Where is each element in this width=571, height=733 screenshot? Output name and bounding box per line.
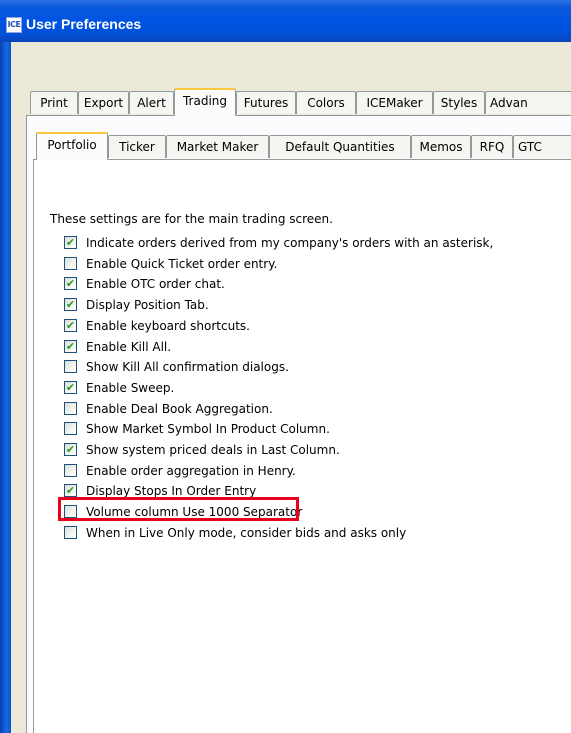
option-label: When in Live Only mode, consider bids an…	[86, 525, 407, 540]
option-label: Show Kill All confirmation dialogs.	[86, 360, 289, 375]
option-checkbox[interactable]: ✔	[64, 277, 77, 291]
tab-colors[interactable]: Colors	[296, 91, 356, 114]
option-checkbox[interactable]: ✔	[64, 380, 77, 394]
option-label: Show system priced deals in Last Column.	[86, 443, 340, 457]
tab-trading[interactable]: Trading	[174, 88, 236, 116]
window-left-border	[0, 42, 11, 733]
tab-portfolio[interactable]: Portfolio	[36, 132, 108, 160]
user-preferences-window: ICE User Preferences Print Export Alert …	[0, 0, 571, 733]
tab-futures[interactable]: Futures	[236, 91, 296, 114]
option-checkbox[interactable]: ✔	[64, 443, 77, 456]
tab-market-maker[interactable]: Market Maker	[166, 135, 269, 158]
option-checkbox[interactable]	[64, 360, 77, 374]
option-label: Enable Kill All.	[86, 339, 172, 354]
option-checkbox[interactable]: ✔	[64, 236, 77, 249]
option-checkbox[interactable]	[64, 505, 77, 519]
tab-icemaker[interactable]: ICEMaker	[356, 91, 433, 114]
option-checkbox[interactable]	[64, 525, 77, 539]
tab-print[interactable]: Print	[30, 91, 78, 114]
option-checkbox[interactable]: ✔	[64, 339, 77, 353]
settings-intro-text: These settings are for the main trading …	[50, 212, 333, 226]
option-label: Indicate orders derived from my company'…	[86, 236, 494, 250]
tab-alert[interactable]: Alert	[129, 91, 174, 114]
title-bar[interactable]: ICE User Preferences	[0, 0, 571, 42]
tab-rfq[interactable]: RFQ	[471, 135, 513, 158]
option-label: Display Position Tab.	[86, 298, 209, 313]
option-checkbox[interactable]	[64, 256, 77, 270]
tab-styles[interactable]: Styles	[433, 91, 485, 114]
option-label: Volume column Use 1000 Separator	[86, 505, 303, 520]
option-label: Enable Deal Book Aggregation.	[86, 401, 273, 416]
option-label: Enable OTC order chat.	[86, 277, 225, 292]
tab-ticker[interactable]: Ticker	[108, 135, 166, 158]
option-label: Enable Sweep.	[86, 380, 175, 395]
tab-export[interactable]: Export	[78, 91, 129, 114]
option-label: Enable keyboard shortcuts.	[86, 318, 250, 333]
option-checkbox[interactable]: ✔	[64, 318, 77, 332]
option-checkbox[interactable]: ✔	[64, 484, 77, 498]
option-checkbox[interactable]: ✔	[64, 298, 77, 312]
window-title: User Preferences	[26, 16, 142, 32]
tab-gtc[interactable]: GTC	[513, 135, 571, 158]
tab-default-quantities[interactable]: Default Quantities	[269, 135, 411, 158]
option-checkbox[interactable]	[64, 422, 77, 436]
tab-memos[interactable]: Memos	[411, 135, 471, 158]
option-checkbox[interactable]	[64, 401, 77, 415]
option-checkbox[interactable]	[64, 463, 77, 477]
option-label: Enable order aggregation in Henry.	[86, 463, 296, 478]
option-label: Show Market Symbol In Product Column.	[86, 422, 330, 437]
option-label: Display Stops In Order Entry	[86, 484, 257, 499]
tab-advanced[interactable]: Advan	[485, 91, 571, 114]
ice-app-icon: ICE	[6, 17, 22, 33]
option-label: Enable Quick Ticket order entry.	[86, 256, 278, 271]
